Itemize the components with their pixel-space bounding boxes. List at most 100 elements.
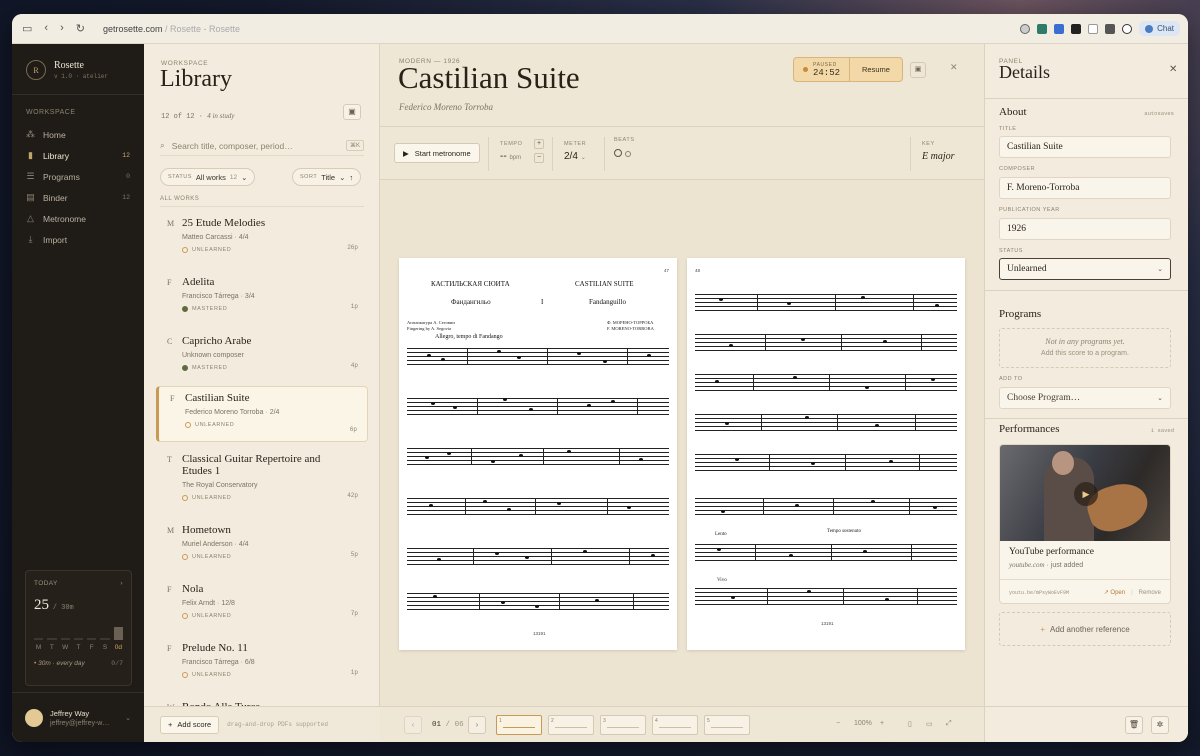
paused-dot-icon [803,67,808,72]
work-list-item-selected[interactable]: F Castilian Suite Federico Moreno Torroba… [156,386,368,442]
meter-control[interactable]: METER 2/4 ⌄ [564,141,586,162]
play-icon[interactable]: ▶ [1074,482,1098,506]
title-field[interactable]: Castilian Suite [999,136,1171,158]
video-thumbnail[interactable]: ▶ [1000,445,1170,541]
sidebar-item-metronome[interactable]: △ Metronome [12,208,144,229]
prev-page-button[interactable]: ‹ [404,716,422,734]
page-thumbnail[interactable]: 1 [496,715,542,735]
add-score-button[interactable]: + Add score [160,715,220,734]
work-list-item[interactable]: F Nola Felix Arndt · 12/8 UNLEARNED 7p [156,578,368,625]
sidebar-item-binder[interactable]: ▤ Binder 12 [12,187,144,208]
add-reference-button[interactable]: + Add another reference [999,612,1171,646]
user-menu[interactable]: Jeffrey Way jeffrey@jeffrey-w… ⌄ [12,692,144,742]
page-thumbnail[interactable]: 4 [652,715,698,735]
next-page-button[interactable]: › [468,716,486,734]
year-field[interactable]: 1926 [999,218,1171,240]
back-icon[interactable]: ‹ [44,22,48,35]
extension-icon[interactable] [1088,23,1099,34]
single-page-icon[interactable]: ▯ [908,720,912,728]
page-thumbnail[interactable]: 2 [548,715,594,735]
settings-button[interactable]: ✲ [1151,716,1169,734]
search-input[interactable]: ⌕ Search title, composer, period… ⌘K [160,136,364,156]
composer-field[interactable]: F. Moreno-Torroba [999,177,1171,199]
status-dot-icon [182,247,188,253]
day-bar [87,638,97,640]
library-panel: WORKSPACE Library 12 of 12 · 4 in study … [144,44,380,742]
sort-control[interactable]: SORT Title ⌄ ↑ [292,168,362,186]
score-page-right[interactable]: 48 Tempo sostenuto Lento Vivo 13191 [687,258,965,650]
user-name: Jeffrey Way [50,708,90,718]
zoom-level: 100% [854,720,872,727]
zoom-in-button[interactable]: + [880,720,884,727]
library-view-button[interactable]: ▣ [343,104,361,120]
beat-indicator[interactable] [625,151,631,157]
week-bars [34,622,123,640]
close-icon: ✕ [950,62,958,72]
external-link-icon: ↗ [1103,590,1109,596]
delete-button[interactable]: 🗑 [1125,716,1143,734]
work-list-item[interactable]: F Prelude No. 11 Francisco Tárrega · 6/8 … [156,637,368,684]
reload-icon[interactable]: ↻ [76,22,85,35]
close-icon: ✕ [1169,64,1178,75]
music-staff [695,498,957,522]
chevron-down-icon: ⌄ [1157,395,1163,402]
extension-icon[interactable] [1105,23,1116,34]
drop-hint: drag-and-drop PDFs supported [227,721,328,728]
work-list-item[interactable]: M Hometown Muriel Anderson · 4/4 UNLEARNE… [156,519,368,566]
panel-toggle-button[interactable]: ▣ [910,62,926,78]
app-brand[interactable]: R Rosette v 1.0 · atelier [12,44,144,92]
zoom-out-button[interactable]: − [836,720,840,727]
performance-source: youtube.com · just added [1009,561,1084,569]
extension-icon[interactable] [1020,23,1031,34]
page-thumbnail[interactable]: 3 [600,715,646,735]
metronome-icon: △ [27,213,34,223]
resume-button[interactable]: Resume [849,58,902,81]
programs-empty-state: Not in any programs yet. Add this score … [999,328,1171,368]
app-version: v 1.0 · atelier [54,73,109,80]
sidebar-item-programs[interactable]: ☰ Programs 0 [12,166,144,187]
status-dot-icon [182,495,188,501]
work-list-item[interactable]: M 25 Etude Melodies Matteo Carcassi · 4/4… [156,212,368,259]
work-list-item[interactable]: T Classical Guitar Repertoire and Etudes … [156,448,368,507]
remove-performance-button[interactable]: Remove [1139,590,1161,596]
about-heading: About [999,106,1027,118]
chat-button[interactable]: Chat [1139,21,1180,36]
choose-program-select[interactable]: Choose Program… ⌄ [999,387,1171,409]
today-practice-card[interactable]: TODAY › 25 / 30m M T W T F S 0d • 30m · e… [25,570,132,686]
forward-icon[interactable]: › [60,22,64,35]
start-metronome-button[interactable]: ▶ Start metronome [394,143,480,163]
user-email: jeffrey@jeffrey-w… [50,719,110,727]
sidebar-item-library[interactable]: ▮ Library 12 [12,145,144,166]
app-sidebar: R Rosette v 1.0 · atelier WORKSPACE ⁂ Hom… [12,44,144,742]
extension-icon[interactable] [1122,23,1133,34]
work-list-item[interactable]: C Capricho Arabe Unknown composer MASTERE… [156,330,368,377]
extension-icon[interactable] [1054,23,1065,34]
sidebar-toggle-icon[interactable]: ▭ [22,22,32,35]
beat-indicator[interactable] [614,149,622,157]
extension-icon[interactable] [1071,23,1082,34]
open-link-button[interactable]: ↗ Open [1104,589,1125,596]
today-label: TODAY [34,580,58,587]
status-filter[interactable]: STATUS All works 12 ⌄ [160,168,256,186]
day-bar [100,638,110,640]
close-score-button[interactable]: ✕ [950,62,958,73]
extension-icon[interactable] [1037,23,1048,34]
sidebar-item-home[interactable]: ⁂ Home [12,124,144,145]
tempo-increase-button[interactable]: + [534,139,544,149]
close-details-button[interactable]: ✕ [1169,64,1177,75]
fullscreen-icon[interactable]: ⤢ [946,720,952,728]
address-bar[interactable]: getrosette.com / Rosette - Rosette [103,24,240,34]
sidebar-item-import[interactable]: ⤓ Import [12,229,144,250]
music-staff [407,593,669,617]
status-select[interactable]: Unlearned ⌄ [999,258,1171,280]
page-thumbnail[interactable]: 5 [704,715,750,735]
two-page-icon[interactable]: ▭ [926,720,933,728]
music-staff [407,498,669,522]
work-list-item[interactable]: F Adelita Francisco Tárrega · 3/4 MASTERE… [156,271,368,318]
score-page-left[interactable]: КАСТИЛЬСКАЯ СЮИТА CASTILIAN SUITE 47 Фан… [399,258,677,650]
sort-ascending-icon[interactable]: ↑ [349,173,353,182]
tempo-decrease-button[interactable]: − [534,153,544,163]
status-dot-icon [182,613,188,619]
music-staff [407,448,669,472]
practice-goal: • 30m · every day [34,660,85,667]
